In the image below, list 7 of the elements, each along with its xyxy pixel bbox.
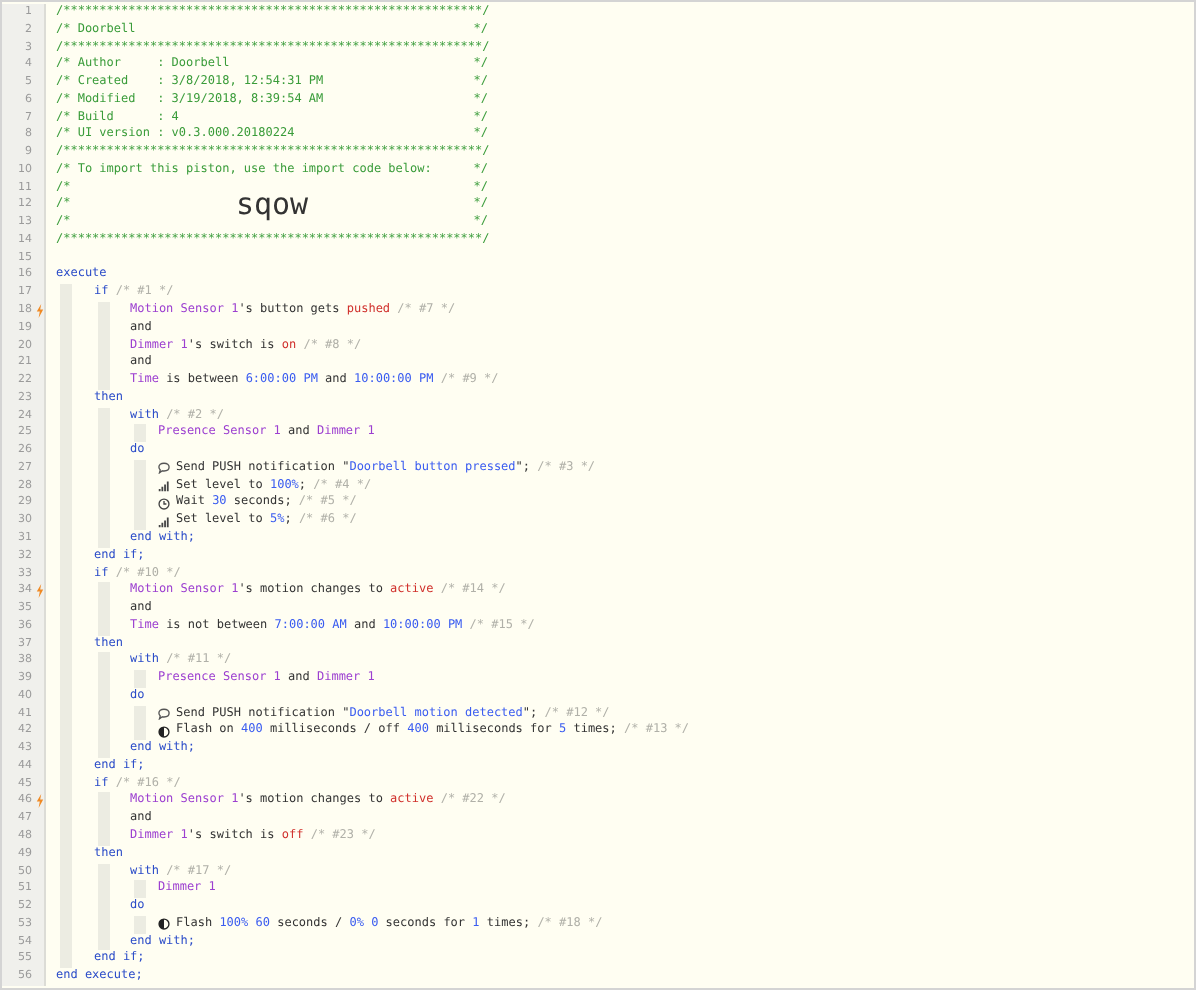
signal-bars-icon (158, 480, 170, 493)
half-circle-icon (158, 918, 170, 931)
speech-bubble-icon (158, 708, 170, 720)
speech-bubble-icon (158, 462, 170, 475)
half-circle-icon (158, 725, 170, 738)
clock-icon (158, 497, 170, 510)
signal-bars-icon (158, 515, 170, 528)
